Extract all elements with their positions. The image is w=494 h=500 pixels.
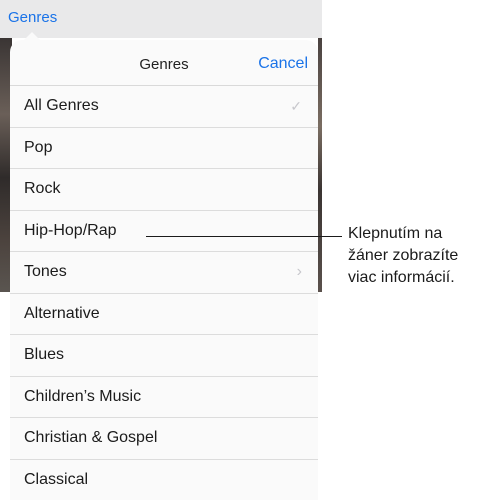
cancel-button[interactable]: Cancel <box>258 55 308 73</box>
genre-label: Alternative <box>24 305 100 323</box>
genre-label: Christian & Gospel <box>24 429 157 447</box>
popover-header: Genres Cancel <box>10 40 318 86</box>
genre-row-rock[interactable]: Rock <box>10 169 318 211</box>
genre-row-all-genres[interactable]: All Genres ✓ <box>10 86 318 128</box>
genre-row-tones[interactable]: Tones › <box>10 252 318 294</box>
genre-label: Pop <box>24 139 52 157</box>
nav-bar: Genres <box>0 0 322 38</box>
genre-row-alternative[interactable]: Alternative <box>10 294 318 336</box>
callout-annotation: Klepnutím na žáner zobrazíte viac inform… <box>348 223 494 289</box>
genre-label: Classical <box>24 471 88 489</box>
genre-row-classical[interactable]: Classical <box>10 460 318 500</box>
genres-list: All Genres ✓ Pop Rock Hip-Hop/Rap Tones … <box>10 86 318 500</box>
callout-line-1: Klepnutím na <box>348 223 494 245</box>
callout-line-3: viac informácií. <box>348 267 494 289</box>
genre-label: Blues <box>24 346 64 364</box>
genres-popover: Genres Cancel All Genres ✓ Pop Rock Hip-… <box>10 40 318 500</box>
genre-row-blues[interactable]: Blues <box>10 335 318 377</box>
genre-row-pop[interactable]: Pop <box>10 128 318 170</box>
genre-row-childrens-music[interactable]: Children’s Music <box>10 377 318 419</box>
genre-label: Tones <box>24 263 67 281</box>
genre-label: Hip-Hop/Rap <box>24 222 116 240</box>
genres-nav-button[interactable]: Genres <box>8 9 57 26</box>
genre-label: All Genres <box>24 97 99 115</box>
genre-label: Children’s Music <box>24 388 141 406</box>
chevron-right-icon: › <box>297 264 302 280</box>
background-artwork <box>318 38 322 292</box>
popover-arrow <box>24 32 40 40</box>
callout-line-2: žáner zobrazíte <box>348 245 494 267</box>
genre-row-hip-hop-rap[interactable]: Hip-Hop/Rap <box>10 211 318 253</box>
callout-line <box>146 236 342 237</box>
genre-label: Rock <box>24 180 60 198</box>
genre-row-christian-gospel[interactable]: Christian & Gospel <box>10 418 318 460</box>
checkmark-icon: ✓ <box>290 99 302 113</box>
screen: Genres Genres Cancel All Genres ✓ Pop Ro… <box>0 0 494 499</box>
